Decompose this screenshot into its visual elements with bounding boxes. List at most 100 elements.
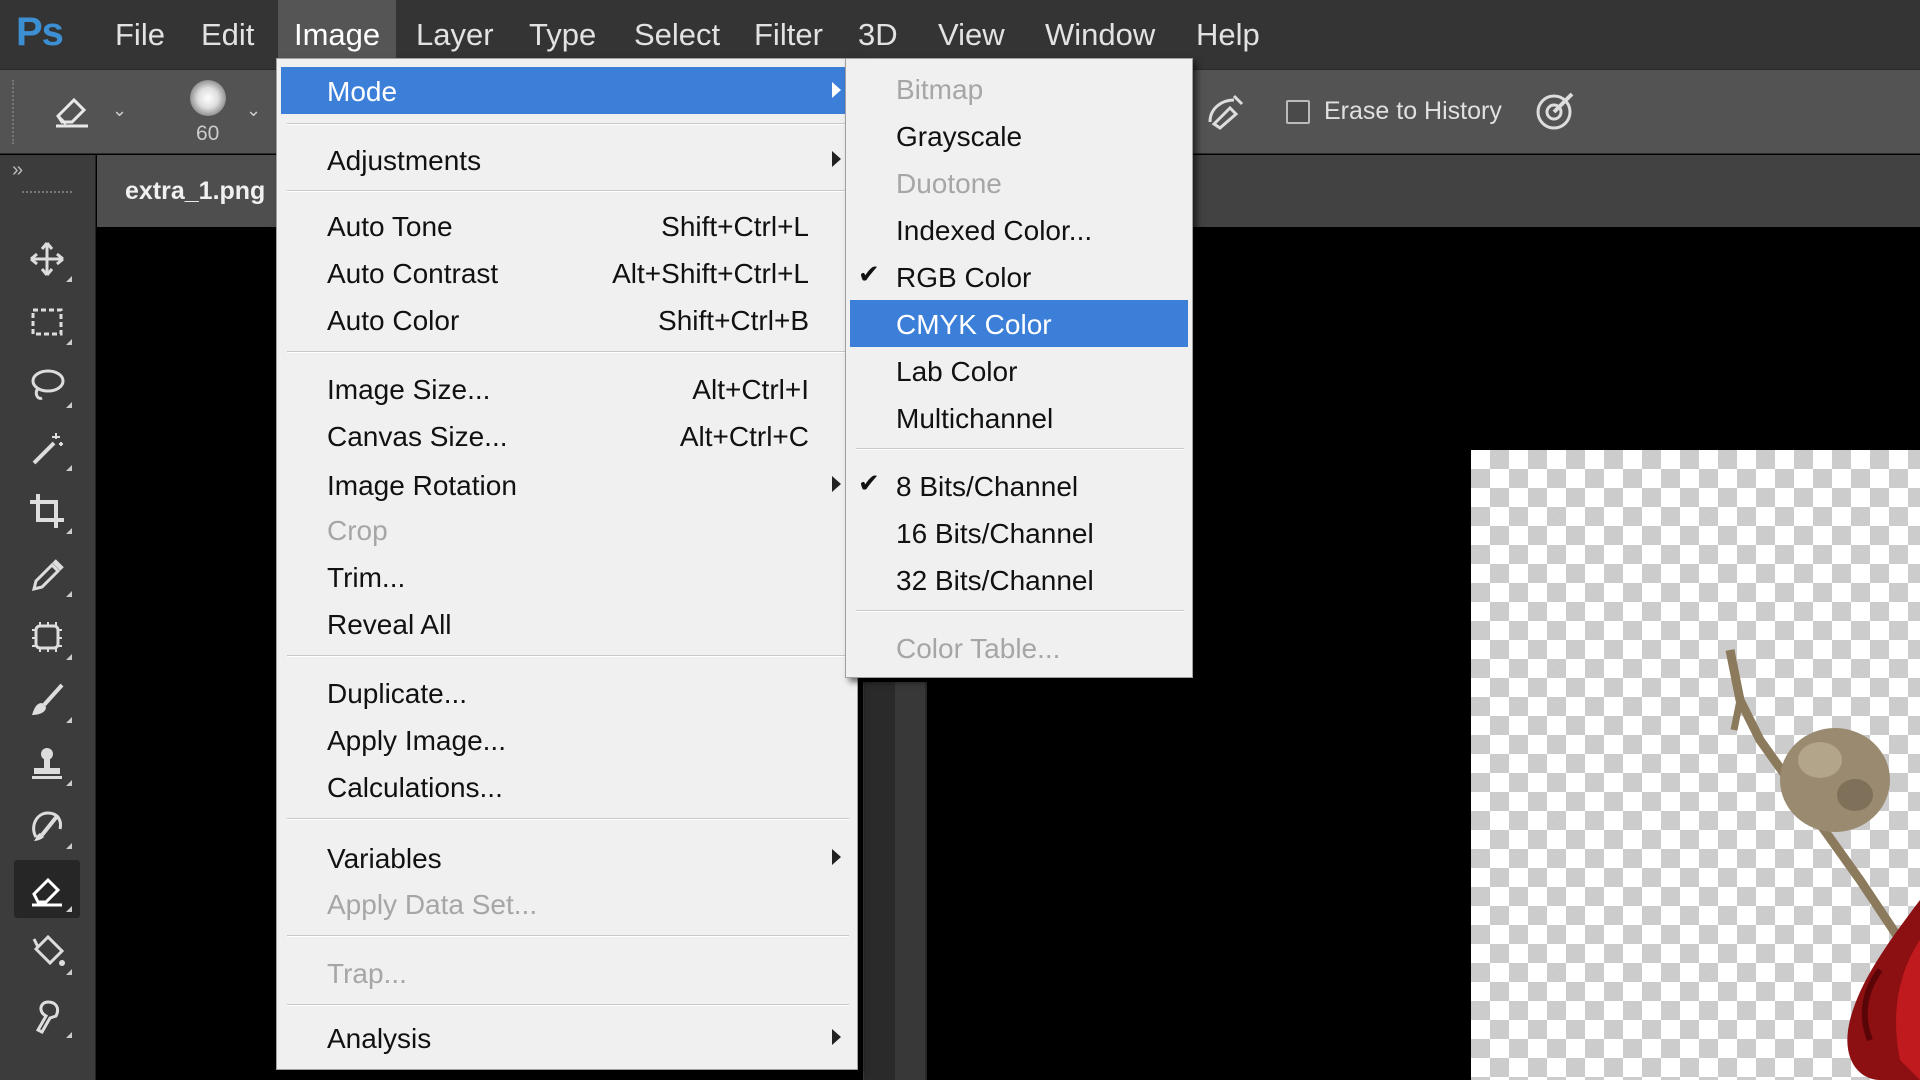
menu-item-16-bits-channel[interactable]: 16 Bits/Channel (850, 509, 1188, 556)
menu-item-label: Image Size... (327, 374, 491, 405)
toolbox: » (0, 155, 96, 1080)
erase-to-history-label: Erase to History (1324, 97, 1502, 125)
magic-wand-icon[interactable] (14, 419, 80, 477)
crop-icon[interactable] (14, 482, 80, 540)
menu-item-apply-image[interactable]: Apply Image... (281, 716, 853, 763)
brush-preset-chevron-down-icon[interactable]: ⌄ (246, 100, 261, 121)
menu-item-label: Crop (327, 515, 388, 546)
menu-item-shortcut: Shift+Ctrl+L (661, 211, 809, 242)
submenu-arrow-icon (832, 849, 841, 865)
menu-item-label: RGB Color (896, 262, 1032, 293)
eraser-icon[interactable] (50, 88, 94, 132)
menu-item-label: Calculations... (327, 772, 503, 803)
brush-preview-icon[interactable] (190, 80, 226, 116)
menu-item-label: Analysis (327, 1023, 432, 1054)
menu-item-label: CMYK Color (896, 309, 1052, 340)
menu-item-image-size[interactable]: Image Size... Alt+Ctrl+I (281, 365, 853, 412)
paint-bucket-icon[interactable] (14, 923, 80, 981)
menu-item-bitmap: Bitmap (850, 65, 1188, 112)
menu-item-auto-contrast[interactable]: Auto Contrast Alt+Shift+Ctrl+L (281, 249, 853, 296)
brush-icon[interactable] (14, 671, 80, 729)
menu-item-lab-color[interactable]: Lab Color (850, 347, 1188, 394)
panel-frame-edge (895, 682, 925, 1080)
menu-item-trap: Trap... (281, 949, 853, 996)
menu-item-duotone: Duotone (850, 159, 1188, 206)
menu-item-reveal-all[interactable]: Reveal All (281, 600, 853, 647)
menu-item-variables[interactable]: Variables (281, 834, 853, 881)
menu-separator (287, 818, 849, 820)
toolbox-grip[interactable] (22, 191, 72, 197)
options-bar-grip[interactable] (12, 80, 18, 144)
eyedropper-icon[interactable] (14, 545, 80, 603)
menu-item-label: Adjustments (327, 145, 482, 176)
canvas-image (1700, 640, 1920, 1080)
menu-item-mode[interactable]: Mode (281, 67, 853, 114)
menu-item-analysis[interactable]: Analysis (281, 1014, 853, 1061)
clone-stamp-icon[interactable] (14, 734, 80, 792)
menu-item-indexed-color[interactable]: Indexed Color... (850, 206, 1188, 253)
menu-item-label: Auto Color (327, 305, 460, 336)
menu-edit[interactable]: Edit (185, 0, 270, 69)
menu-item-label: Apply Data Set... (327, 889, 538, 920)
menu-item-auto-tone[interactable]: Auto Tone Shift+Ctrl+L (281, 202, 853, 249)
menu-item-label: Variables (327, 843, 442, 874)
menu-item-image-rotation[interactable]: Image Rotation (281, 461, 853, 508)
menu-item-duplicate[interactable]: Duplicate... (281, 669, 853, 716)
eraser-tool-icon[interactable] (14, 860, 80, 918)
lasso-icon[interactable] (14, 356, 80, 414)
menu-separator (856, 448, 1184, 450)
menu-item-label: Image Rotation (327, 470, 517, 501)
airbrush-icon[interactable] (1200, 88, 1248, 136)
menu-item-apply-data-set: Apply Data Set... (281, 880, 853, 927)
menu-item-label: Color Table... (896, 633, 1061, 664)
tool-preset-chevron-down-icon[interactable]: ⌄ (112, 100, 127, 121)
menu-item-label: Trap... (327, 958, 407, 989)
menu-help[interactable]: Help (1180, 0, 1276, 69)
menu-item-shortcut: Alt+Ctrl+I (692, 374, 809, 405)
menu-item-shortcut: Alt+Shift+Ctrl+L (612, 258, 809, 289)
menu-separator (287, 351, 849, 353)
menu-file[interactable]: File (99, 0, 181, 69)
menu-item-label: Multichannel (896, 403, 1054, 434)
history-brush-icon[interactable] (14, 797, 80, 855)
document-tab-label: extra_1.png (125, 177, 266, 205)
image-menu: Mode Adjustments Auto Tone Shift+Ctrl+L … (276, 58, 858, 1070)
menu-item-label: Reveal All (327, 609, 452, 640)
menu-item-shortcut: Alt+Ctrl+C (679, 421, 809, 452)
erase-to-history-checkbox[interactable] (1286, 100, 1310, 124)
menu-item-label: Mode (327, 76, 398, 107)
menu-item-multichannel[interactable]: Multichannel (850, 394, 1188, 441)
brush-size-value: 60 (196, 122, 220, 145)
menu-item-cmyk-color[interactable]: CMYK Color (850, 300, 1188, 347)
move-icon[interactable] (14, 230, 80, 288)
menu-item-shortcut: Shift+Ctrl+B (658, 305, 809, 336)
menu-item-32-bits-channel[interactable]: 32 Bits/Channel (850, 556, 1188, 603)
menu-item-label: Canvas Size... (327, 421, 508, 452)
patch-tool-icon[interactable] (14, 608, 80, 666)
menu-item-label: Indexed Color... (896, 215, 1093, 246)
menu-separator (287, 190, 849, 192)
menu-item-grayscale[interactable]: Grayscale (850, 112, 1188, 159)
checkmark-icon: ✔ (858, 259, 880, 289)
menu-item-8-bits-channel[interactable]: ✔ 8 Bits/Channel (850, 462, 1188, 509)
smudge-icon[interactable] (14, 986, 80, 1044)
menu-separator (856, 610, 1184, 612)
menu-item-trim[interactable]: Trim... (281, 553, 853, 600)
menu-item-label: Apply Image... (327, 725, 506, 756)
menu-item-label: 16 Bits/Channel (896, 518, 1094, 549)
menu-item-calculations[interactable]: Calculations... (281, 763, 853, 810)
document-tab[interactable]: extra_1.png (97, 155, 282, 227)
rectangular-marquee-icon[interactable] (14, 293, 80, 351)
menu-item-crop: Crop (281, 506, 853, 553)
menu-separator (287, 935, 849, 937)
pressure-opacity-icon[interactable] (1530, 86, 1580, 136)
submenu-arrow-icon (832, 82, 841, 98)
menu-item-adjustments[interactable]: Adjustments (281, 136, 853, 183)
menu-item-rgb-color[interactable]: ✔ RGB Color (850, 253, 1188, 300)
menu-item-auto-color[interactable]: Auto Color Shift+Ctrl+B (281, 296, 853, 343)
menu-item-canvas-size[interactable]: Canvas Size... Alt+Ctrl+C (281, 412, 853, 459)
toolbox-collapse-icon[interactable]: » (12, 159, 23, 182)
menu-item-label: Duotone (896, 168, 1002, 199)
menu-item-label: Grayscale (896, 121, 1023, 152)
checkmark-icon: ✔ (858, 468, 880, 498)
